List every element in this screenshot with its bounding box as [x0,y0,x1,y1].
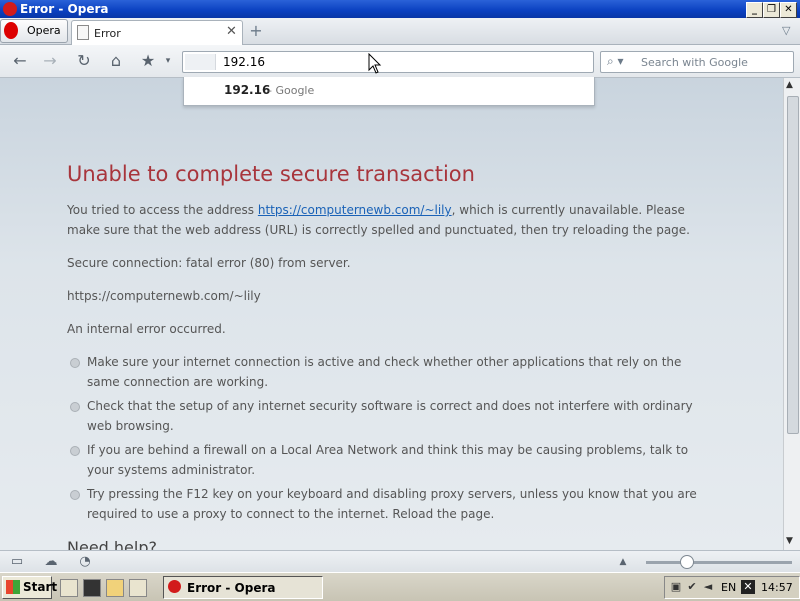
start-label: Start [23,580,58,594]
tab-list-chevron-icon[interactable]: ▽ [782,24,790,37]
page-icon [77,25,89,40]
tab-error[interactable]: Error ✕ [71,20,243,45]
url-text: https://computernewb.com/~lily [67,289,261,303]
address-field[interactable]: 192.16 [182,51,594,73]
speed-dial-icon[interactable]: ◔ [76,553,94,571]
vertical-scrollbar[interactable]: ▲ ▼ [783,78,800,550]
suggestion-source: - Google [268,84,315,97]
address-value: 192.16 [223,55,265,69]
page-content: Unable to complete secure transaction Yo… [0,78,783,550]
search-icon: ⌕ ▾ [607,54,624,68]
status-bar: ▭ ☁ ◔ ▲ [0,550,800,573]
tab-bar: Opera Error ✕ + ▽ [0,18,800,45]
bookmark-dropdown-icon[interactable]: ▾ [158,51,178,71]
list-item: Check that the setup of any internet sec… [87,399,693,433]
address-suggestion-dropdown: 192.16 - Google [183,77,595,106]
security-icon[interactable]: ✔ [685,580,699,594]
internal-error-text: An internal error occurred. [67,322,226,336]
new-tab-button[interactable]: + [247,22,265,40]
title-bar: Error - Opera _ ❐ ✕ [0,0,800,18]
quicklaunch-cmd-icon[interactable] [83,579,101,597]
cloud-icon[interactable]: ☁ [42,553,60,571]
error-intro: You tried to access the address https://… [67,200,717,240]
bullet-icon [70,358,80,368]
opera-logo-icon [168,580,181,593]
bullet-icon [70,446,80,456]
mouse-cursor-icon [368,53,382,74]
opera-logo-icon [4,22,18,39]
list-item: Make sure your internet connection is ac… [87,355,682,389]
bullet-icon [70,402,80,412]
panel-toggle-icon[interactable]: ▭ [8,553,26,571]
intro-text-before: You tried to access the address [67,203,258,217]
reload-icon[interactable]: ↻ [74,51,94,71]
secure-error-text: Secure connection: fatal error (80) from… [67,256,351,270]
opera-menu-button[interactable]: Opera [0,19,68,43]
list-item: Try pressing the F12 key on your keyboar… [87,487,697,521]
taskbar-item-opera[interactable]: Error - Opera [163,576,323,599]
tab-label: Error [94,27,121,40]
home-icon[interactable]: ⌂ [106,51,126,71]
system-tray: ▣ ✔ ◄ EN ✕ 14:57 [664,576,800,599]
opera-menu-label: Opera [27,24,61,37]
scrollbar-thumb[interactable] [787,96,799,434]
clock: 14:57 [761,581,793,594]
navigation-toolbar: ← → ↻ ⌂ ★ ▾ 192.16 ⌕ ▾ Search with Googl… [0,45,800,78]
minimize-button[interactable]: _ [746,2,763,18]
windows-taskbar: Start Error - Opera ▣ ✔ ◄ EN ✕ 14:57 [0,572,800,601]
speaker-icon[interactable]: ◄ [701,580,715,594]
maximize-button[interactable]: ❐ [763,2,780,18]
suggestion-item[interactable]: 192.16 [224,83,270,97]
address-site-badge [185,54,216,70]
window-title: Error - Opera [20,2,109,16]
error-heading: Unable to complete secure transaction [67,162,475,186]
language-indicator[interactable]: EN [721,581,736,594]
close-tab-icon[interactable]: ✕ [226,24,237,39]
forward-icon[interactable]: → [40,51,60,71]
bullet-icon [70,490,80,500]
back-icon[interactable]: ← [10,51,30,71]
search-field[interactable]: ⌕ ▾ Search with Google [600,51,794,73]
need-help-heading: Need help? [67,538,157,550]
zoom-slider-knob[interactable] [680,555,694,569]
search-placeholder: Search with Google [641,56,748,69]
bookmark-star-icon[interactable]: ★ [138,51,158,71]
close-window-button[interactable]: ✕ [780,2,797,18]
opera-logo-icon [3,2,17,16]
list-item: If you are behind a firewall on a Local … [87,443,689,477]
scroll-up-icon[interactable]: ▲ [786,80,793,90]
taskbar-item-label: Error - Opera [187,581,276,595]
quicklaunch-desktop-icon[interactable] [129,579,147,597]
quicklaunch-ie-icon[interactable] [60,579,78,597]
network-icon[interactable]: ▣ [669,580,683,594]
start-button[interactable]: Start [2,576,57,599]
error-url-link[interactable]: https://computernewb.com/~lily [258,203,452,217]
scroll-down-icon[interactable]: ▼ [786,536,793,546]
view-options-icon[interactable]: ▲ [614,553,632,571]
tray-app-icon[interactable]: ✕ [741,580,755,594]
zoom-slider-track[interactable] [646,561,792,564]
quicklaunch-folder-icon[interactable] [106,579,124,597]
windows-logo-icon [6,580,20,594]
